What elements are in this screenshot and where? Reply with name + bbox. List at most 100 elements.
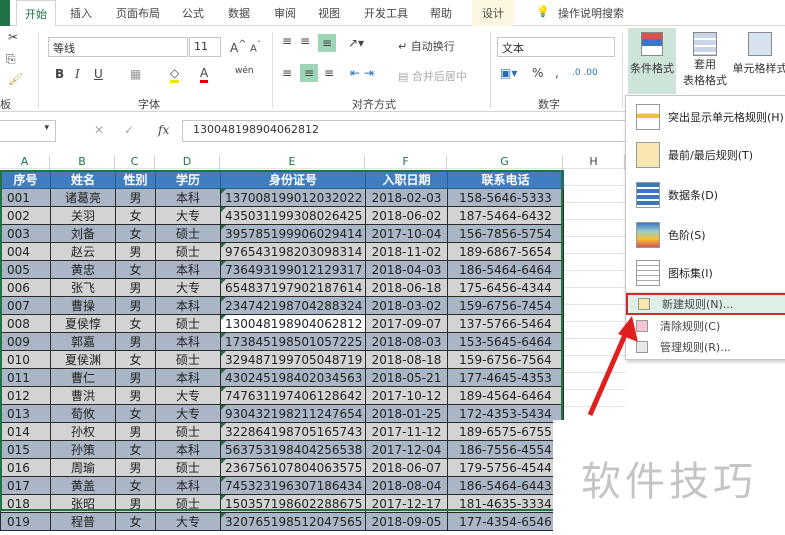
cell-seq[interactable]: 011 [0, 368, 51, 387]
cell-name[interactable]: 关羽 [50, 206, 116, 225]
menu-icon-sets[interactable]: 图标集(I) [626, 254, 785, 292]
fill-color-icon[interactable]: ◇ [170, 66, 180, 83]
tab-page-layout[interactable]: 页面布局 [116, 5, 160, 21]
decimal-icons[interactable]: .0 .00 [572, 68, 598, 78]
cell-phone[interactable]: 186-5464-6443 [447, 476, 564, 495]
cell-hire-date[interactable]: 2018-05-21 [365, 368, 448, 387]
menu-highlight-cells-rules[interactable]: 突出显示单元格规则(H) [626, 98, 785, 136]
cell-seq[interactable]: 019 [0, 512, 51, 531]
cell-name[interactable]: 周瑜 [50, 458, 116, 477]
format-as-table-button[interactable]: 套用 表格格式 [680, 28, 730, 94]
cell-gender[interactable]: 男 [115, 242, 156, 261]
bold-button[interactable]: B [55, 67, 64, 81]
wrap-text-button[interactable]: ↵ 自动换行 [398, 38, 455, 54]
cell-gender[interactable]: 男 [115, 422, 156, 441]
column-header-d[interactable]: D [155, 155, 220, 170]
cell-gender[interactable]: 女 [115, 404, 156, 423]
cell-seq[interactable]: 004 [0, 242, 51, 261]
cell-hire-date[interactable]: 2018-04-03 [365, 260, 448, 279]
cell-hire-date[interactable]: 2018-06-02 [365, 206, 448, 225]
cell-education[interactable]: 本科 [155, 332, 221, 351]
cell-phone[interactable]: 137-5766-5464 [447, 314, 564, 333]
header-id-number[interactable]: 身份证号 [220, 170, 366, 189]
cell-name[interactable]: 夏侯惇 [50, 314, 116, 333]
insert-function-button[interactable]: fx [158, 123, 169, 137]
cut-icon[interactable]: ✂ [8, 30, 18, 44]
cell-education[interactable]: 本科 [155, 296, 221, 315]
cell-education[interactable]: 本科 [155, 476, 221, 495]
column-header-e[interactable]: E [220, 155, 365, 170]
cell-styles-button[interactable]: 单元格样式 [730, 28, 785, 94]
cell-phone[interactable]: 172-4353-5434 [447, 404, 564, 423]
cell-hire-date[interactable]: 2018-11-02 [365, 242, 448, 261]
italic-button[interactable]: I [75, 67, 80, 81]
cell-phone[interactable]: 186-5464-6464 [447, 260, 564, 279]
align-center-icon[interactable]: ≡ [300, 64, 319, 82]
cell-id-number[interactable]: 234742198704288324 [220, 296, 366, 315]
align-right-icon[interactable]: ≡ [324, 66, 334, 80]
cell-seq[interactable]: 003 [0, 224, 51, 243]
cell-name[interactable]: 荀攸 [50, 404, 116, 423]
cell-id-number[interactable]: 430245198402034563 [220, 368, 366, 387]
tab-data[interactable]: 数据 [228, 5, 250, 21]
font-color-icon[interactable]: A [200, 66, 209, 83]
name-box[interactable]: ▾ [0, 120, 56, 142]
cell-hire-date[interactable]: 2017-11-12 [365, 422, 448, 441]
tab-review[interactable]: 审阅 [274, 5, 296, 21]
cell-seq[interactable]: 013 [0, 404, 51, 423]
cell-id-number[interactable]: 236756107804063575 [220, 458, 366, 477]
cell-hire-date[interactable]: 2018-02-03 [365, 188, 448, 207]
cell-id-number[interactable]: 395785199906029414 [220, 224, 366, 243]
cell-name[interactable]: 张昭 [50, 494, 116, 513]
copy-icon[interactable]: ⎘ [6, 52, 16, 67]
cell-phone[interactable]: 179-5756-4544 [447, 458, 564, 477]
cell-phone[interactable]: 186-7556-4554 [447, 440, 564, 459]
cell-gender[interactable]: 女 [115, 206, 156, 225]
cell-hire-date[interactable]: 2018-08-04 [365, 476, 448, 495]
cell-seq[interactable]: 010 [0, 350, 51, 369]
menu-data-bars[interactable]: 数据条(D) [626, 176, 785, 214]
cell-education[interactable]: 硕士 [155, 422, 221, 441]
cell-seq[interactable]: 009 [0, 332, 51, 351]
cell-education[interactable]: 大专 [155, 278, 221, 297]
cell-gender[interactable]: 女 [115, 512, 156, 531]
indent-icons[interactable]: ⇤ ⇥ [350, 66, 374, 80]
font-name-select[interactable]: 等线 [48, 37, 188, 57]
tab-developer[interactable]: 开发工具 [364, 5, 408, 21]
cell-name[interactable]: 赵云 [50, 242, 116, 261]
column-header-b[interactable]: B [50, 155, 115, 170]
cell-name[interactable]: 刘备 [50, 224, 116, 243]
cell-id-number[interactable]: 320765198512047565 [220, 512, 366, 531]
cell-hire-date[interactable]: 2017-12-04 [365, 440, 448, 459]
cell-education[interactable]: 大专 [155, 404, 221, 423]
cell-hire-date[interactable]: 2017-09-07 [365, 314, 448, 333]
cell-name[interactable]: 曹洪 [50, 386, 116, 405]
format-painter-icon[interactable]: 🖌 [8, 72, 23, 86]
cell-education[interactable]: 大专 [155, 206, 221, 225]
tab-help[interactable]: 帮助 [430, 5, 452, 21]
cell-education[interactable]: 本科 [155, 440, 221, 459]
cell-hire-date[interactable]: 2018-06-18 [365, 278, 448, 297]
cell-seq[interactable]: 016 [0, 458, 51, 477]
cell-seq[interactable]: 017 [0, 476, 51, 495]
cell-education[interactable]: 硕士 [155, 350, 221, 369]
cell-seq[interactable]: 001 [0, 188, 51, 207]
cell-seq[interactable]: 012 [0, 386, 51, 405]
grow-font-icon[interactable]: A^ [230, 39, 247, 55]
cell-id-number[interactable]: 329487199705048719 [220, 350, 366, 369]
cell-education[interactable]: 硕士 [155, 314, 221, 333]
cell-seq[interactable]: 007 [0, 296, 51, 315]
currency-icon[interactable]: ▣▾ [500, 66, 517, 80]
cell-hire-date[interactable]: 2018-08-03 [365, 332, 448, 351]
orientation-icon[interactable]: ↗▾ [348, 36, 364, 50]
align-left-icon[interactable]: ≡ [282, 66, 292, 80]
cell-id-number[interactable]: 736493199012129317 [220, 260, 366, 279]
cell-hire-date[interactable]: 2018-01-25 [365, 404, 448, 423]
comma-button[interactable]: , [555, 66, 559, 80]
cell-hire-date[interactable]: 2018-03-02 [365, 296, 448, 315]
cell-phone[interactable]: 181-4635-3334 [447, 494, 564, 513]
cancel-icon[interactable]: ✕ [94, 123, 104, 137]
cell-gender[interactable]: 男 [115, 368, 156, 387]
cell-phone[interactable]: 189-6575-6755 [447, 422, 564, 441]
cell-id-number[interactable]: 930432198211247654 [220, 404, 366, 423]
